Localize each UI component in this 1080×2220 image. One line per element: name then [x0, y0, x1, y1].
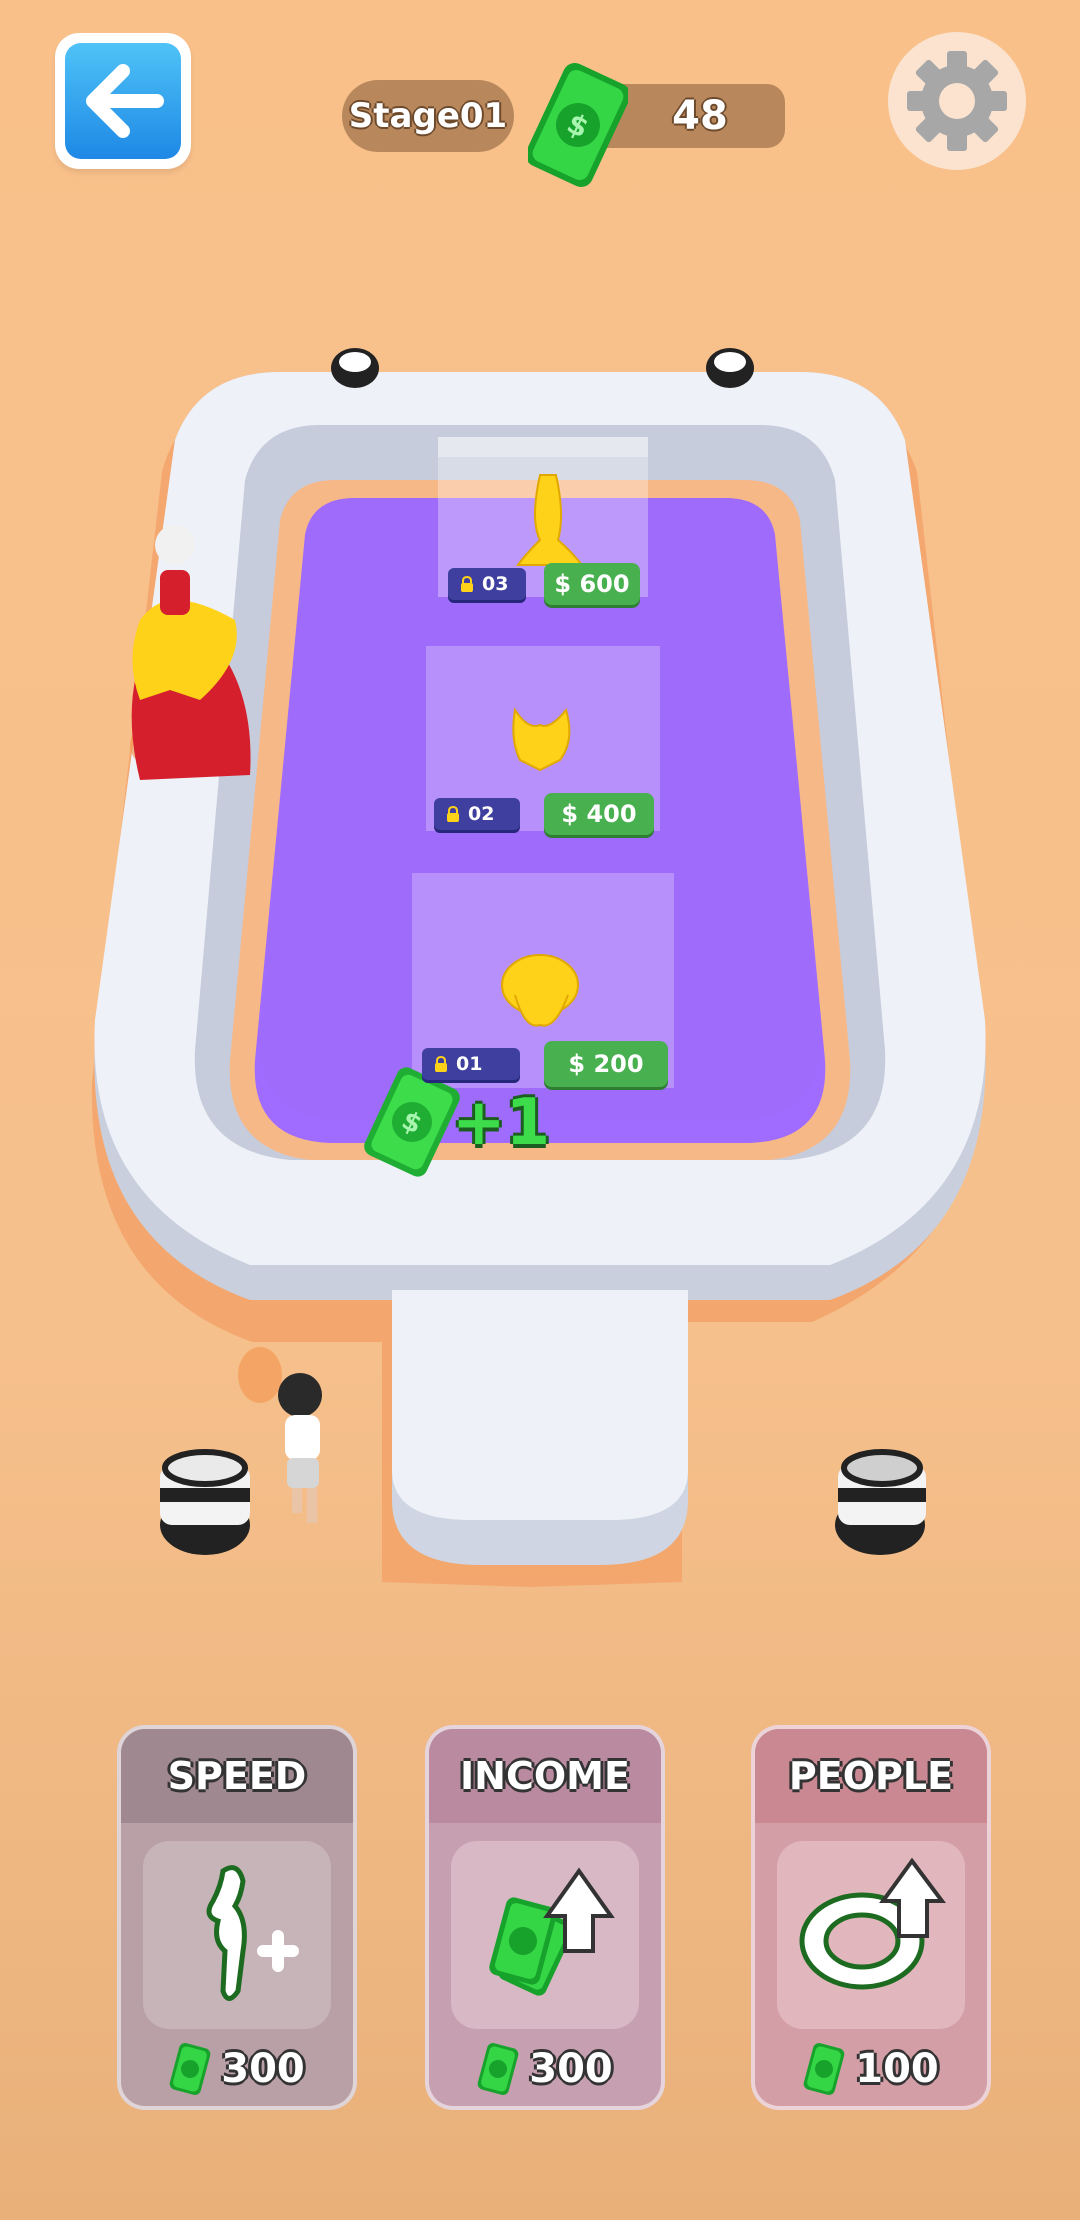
showcase-1-lock-tag: 01 [422, 1048, 520, 1080]
showcase-1-price: $ 200 [568, 1050, 644, 1078]
spotlight-bottom-left [160, 1449, 250, 1555]
customer-character [238, 1347, 322, 1523]
showcase-3-lock-tag: 03 [448, 568, 526, 600]
showcase-2-lock-level: 02 [468, 803, 495, 825]
gear-icon [907, 51, 1007, 151]
stage-label: Stage01 [342, 80, 514, 152]
lock-icon [435, 1055, 447, 1072]
back-button-face [65, 43, 181, 159]
spotlight-top-right [706, 348, 754, 388]
cash-icon: $ [528, 62, 628, 188]
upgrade-cost: 100 [755, 2039, 987, 2099]
showcase-3-price-tag[interactable]: $ 600 [544, 563, 640, 605]
game-scene: $ [91, 348, 986, 1587]
upgrade-card-income[interactable]: INCOME 300 [425, 1725, 665, 2110]
runner-plus-icon [143, 1841, 331, 2029]
ring-up-icon [777, 1841, 965, 2029]
showcase-2-price: $ 400 [561, 800, 637, 828]
showcase-1-price-tag[interactable]: $ 200 [544, 1041, 668, 1087]
income-popup-text: +1 [452, 1086, 551, 1160]
arrow-left-icon [86, 64, 164, 138]
spotlight-top-left [331, 348, 379, 388]
cash-icon [169, 2043, 211, 2095]
upgrade-title: SPEED [121, 1729, 353, 1823]
upgrade-card-speed[interactable]: SPEED 300 [117, 1725, 357, 2110]
upgrade-cost-value: 300 [529, 2046, 613, 2092]
showcase-3-lock-level: 03 [482, 573, 509, 595]
lock-icon [461, 575, 473, 592]
settings-button[interactable] [888, 32, 1026, 170]
upgrade-cost: 300 [121, 2039, 353, 2099]
upgrade-cost-value: 300 [221, 2046, 305, 2092]
spotlight-bottom-right [835, 1449, 926, 1555]
back-button[interactable] [55, 33, 191, 169]
upgrade-title: INCOME [429, 1729, 661, 1823]
upgrade-cost-value: 100 [855, 2046, 939, 2092]
lock-icon [447, 805, 459, 822]
showcase-3-price: $ 600 [554, 570, 630, 598]
upgrade-title: PEOPLE [755, 1729, 987, 1823]
showcase-1-lock-level: 01 [456, 1053, 483, 1075]
showcase-2-lock-tag: 02 [434, 798, 520, 830]
cash-icon [477, 2043, 519, 2095]
showcase-2-price-tag[interactable]: $ 400 [544, 793, 654, 835]
upgrade-cost: 300 [429, 2039, 661, 2099]
cash-stack-up-icon [451, 1841, 639, 2029]
cash-icon [803, 2043, 845, 2095]
upgrade-card-people[interactable]: PEOPLE 100 [751, 1725, 991, 2110]
